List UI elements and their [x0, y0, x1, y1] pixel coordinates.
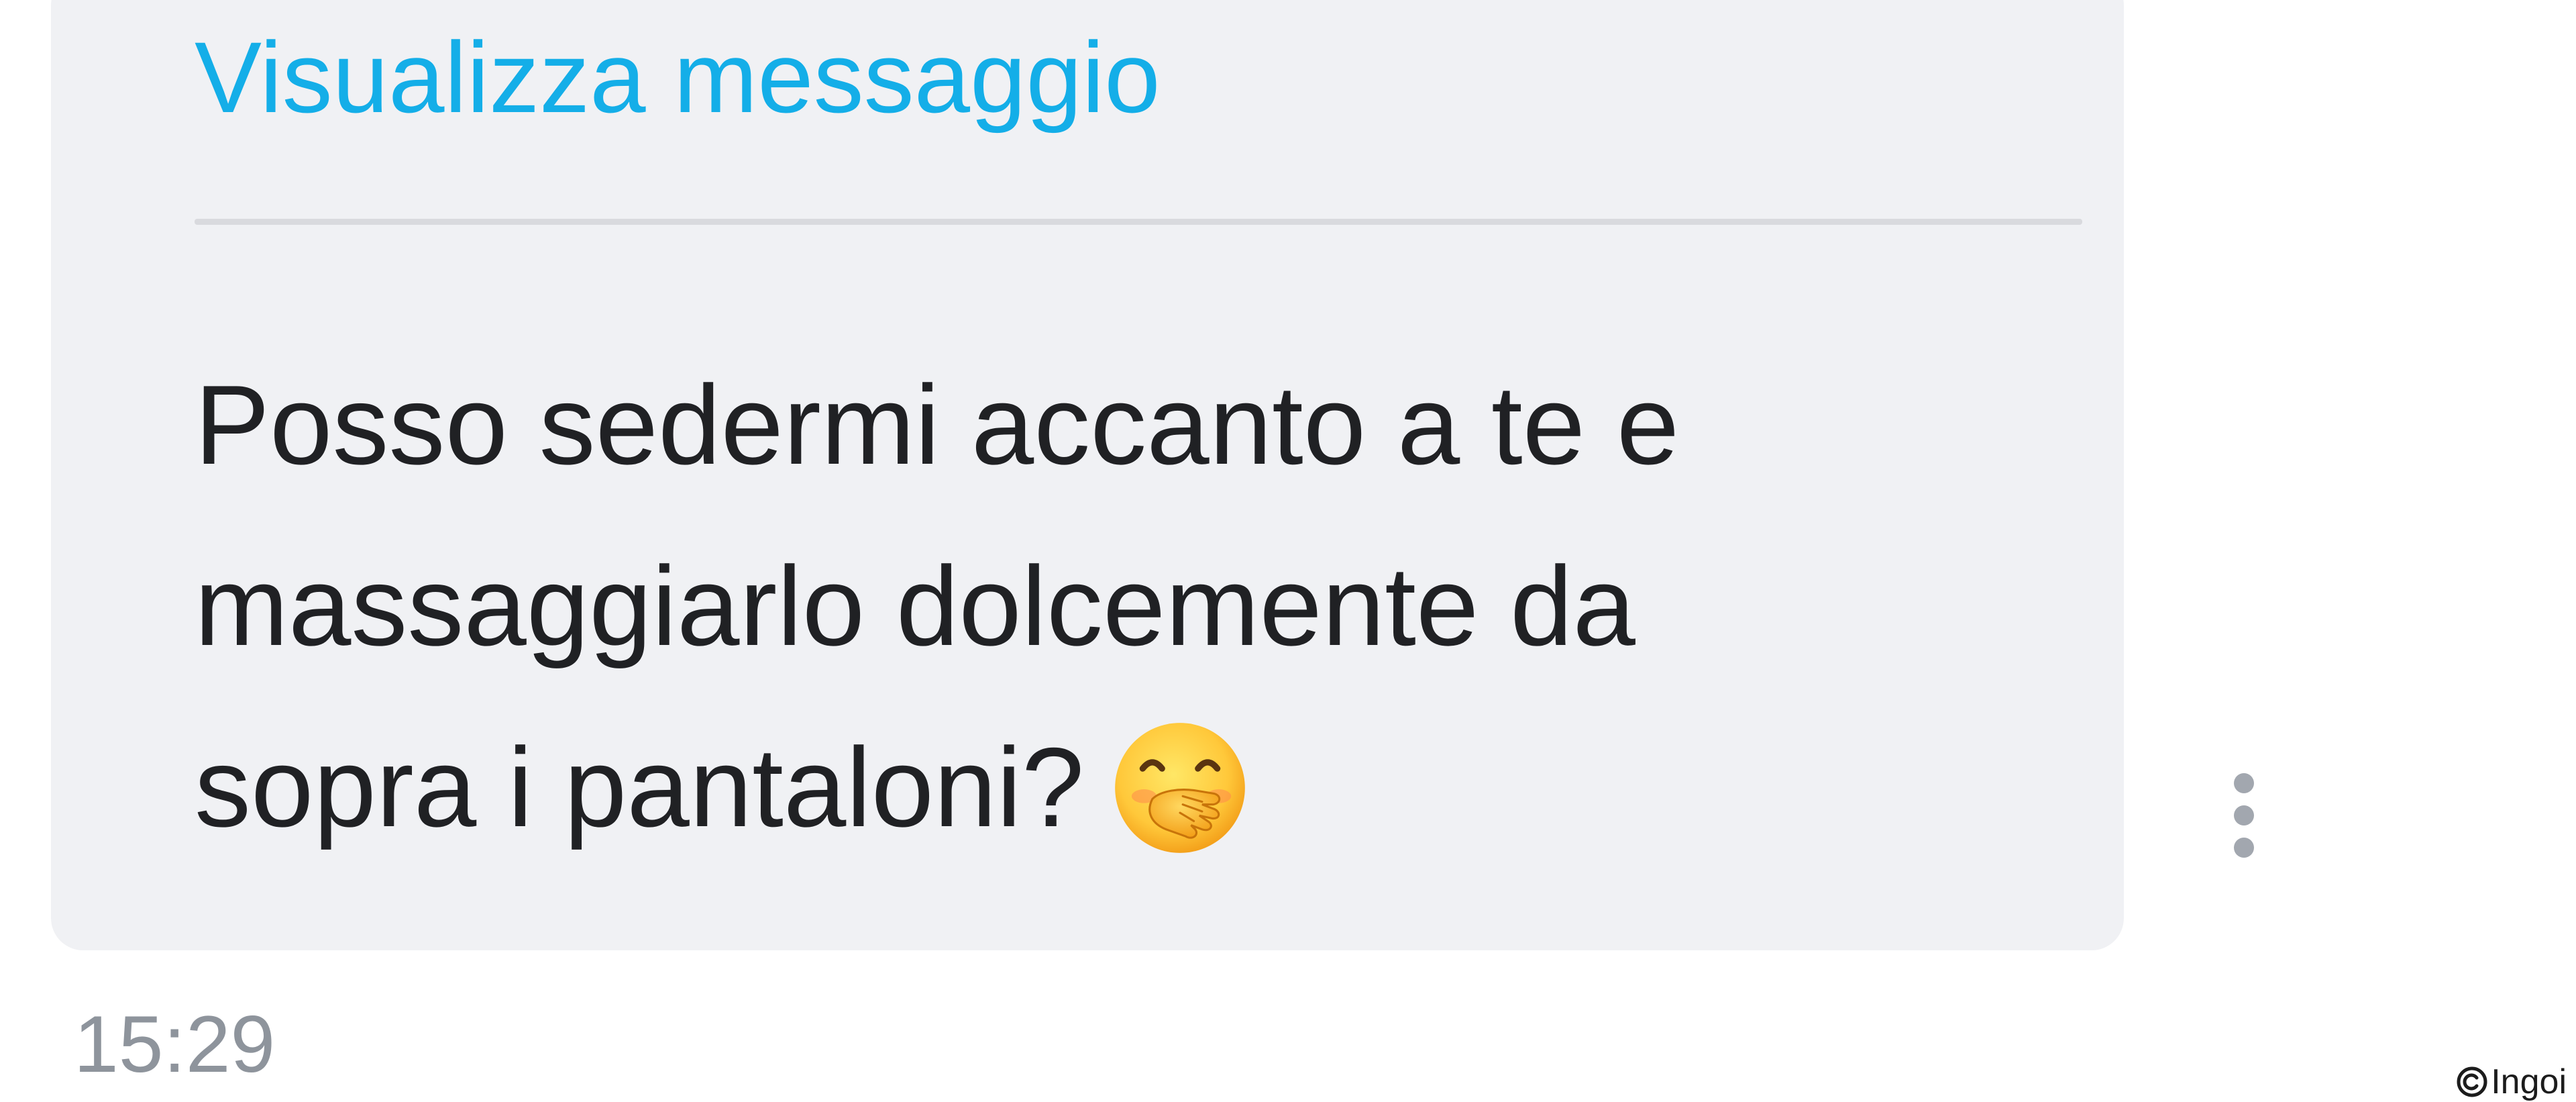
message-line: Posso sedermi accanto a te e [195, 362, 1680, 488]
copyright-icon [2456, 1066, 2488, 1098]
message-bubble: Visualizza messaggio Posso sedermi accan… [51, 0, 2124, 950]
more-dot-icon [2234, 773, 2254, 793]
message-line: massaggiarlo dolcemente da [195, 543, 1635, 669]
more-options-button[interactable] [2214, 765, 2274, 866]
message-line-last: sopra i pantaloni? [195, 697, 2073, 878]
message-text: Posso sedermi accanto a te e massaggiarl… [195, 334, 2073, 878]
divider [195, 219, 2082, 225]
watermark-text: Ingoi [2491, 1062, 2567, 1101]
more-dot-icon [2234, 838, 2254, 858]
message-timestamp: 15:29 [74, 999, 276, 1089]
message-line-text: sopra i pantaloni? [195, 724, 1085, 850]
view-message-link[interactable]: Visualizza messaggio [195, 20, 1161, 134]
face-with-hand-over-mouth-icon [1111, 719, 1249, 857]
watermark: Ingoi [2456, 1062, 2567, 1101]
more-dot-icon [2234, 805, 2254, 825]
